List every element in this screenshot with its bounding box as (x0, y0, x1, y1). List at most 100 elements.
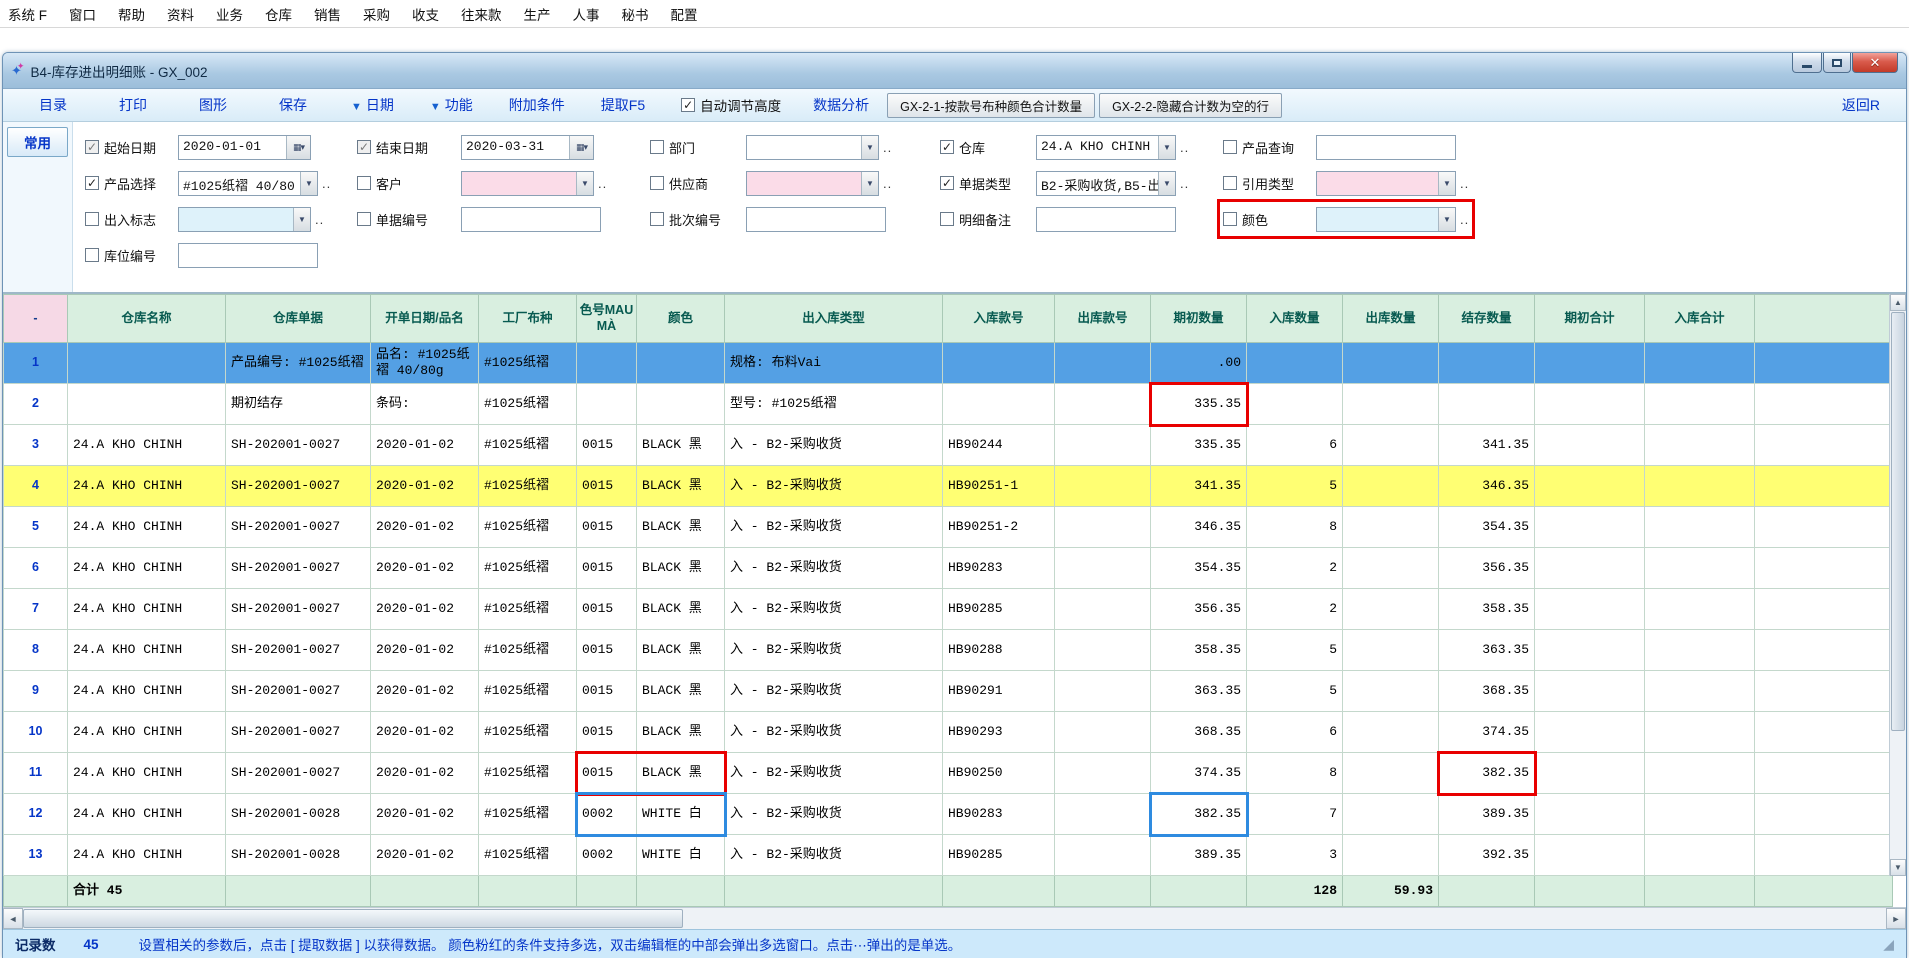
table-cell[interactable]: 8 (1247, 753, 1343, 794)
table-cell[interactable]: 341.35 (1151, 466, 1247, 507)
table-cell[interactable]: SH-202001-0027 (226, 589, 371, 630)
table-cell[interactable] (943, 343, 1055, 384)
table-cell[interactable]: 产品编号: #1025纸褶 (226, 343, 371, 384)
table-cell[interactable]: 24.A KHO CHINH (68, 671, 226, 712)
column-header[interactable]: 色号MAU MÀ (577, 295, 637, 343)
table-cell[interactable]: BLACK 黑 (637, 466, 725, 507)
table-cell[interactable]: 0015 (577, 712, 637, 753)
menu-item[interactable]: 生产 (524, 4, 551, 24)
table-cell[interactable]: 5 (1247, 466, 1343, 507)
table-cell[interactable]: 0015 (577, 507, 637, 548)
table-cell[interactable] (1755, 548, 1893, 589)
table-cell[interactable]: 354.35 (1439, 507, 1535, 548)
table-cell[interactable]: #1025纸褶 (479, 425, 577, 466)
menu-item[interactable]: 配置 (671, 4, 698, 24)
table-cell[interactable] (1755, 466, 1893, 507)
table-cell[interactable]: 3 (1247, 835, 1343, 876)
table-cell[interactable] (1645, 466, 1755, 507)
table-cell[interactable]: 2020-01-02 (371, 671, 479, 712)
table-cell[interactable] (1535, 343, 1645, 384)
column-header[interactable]: 入库合计 (1645, 295, 1755, 343)
table-cell[interactable] (1535, 671, 1645, 712)
table-cell[interactable] (1755, 630, 1893, 671)
horizontal-scrollbar[interactable]: ◄ ► (3, 907, 1906, 929)
vertical-scrollbar[interactable]: ▲ ▼ (1889, 294, 1906, 876)
table-cell[interactable]: SH-202001-0028 (226, 835, 371, 876)
table-cell[interactable]: 346.35 (1151, 507, 1247, 548)
table-cell[interactable]: 条码: (371, 384, 479, 425)
table-cell[interactable] (1535, 794, 1645, 835)
table-cell[interactable] (1535, 384, 1645, 425)
table-cell[interactable] (1055, 425, 1151, 466)
table-cell[interactable] (1535, 425, 1645, 466)
table-cell[interactable] (1535, 712, 1645, 753)
table-cell[interactable] (1645, 384, 1755, 425)
table-cell[interactable]: BLACK 黑 (637, 671, 725, 712)
doc-type-select[interactable]: B2-采购收货,B5-出▼ (1036, 171, 1176, 196)
table-cell[interactable]: 入 - B2-采购收货 (725, 466, 943, 507)
table-cell[interactable] (1645, 507, 1755, 548)
table-cell[interactable]: SH-202001-0027 (226, 425, 371, 466)
table-cell[interactable] (577, 384, 637, 425)
table-cell[interactable]: HB90291 (943, 671, 1055, 712)
table-cell[interactable] (1645, 548, 1755, 589)
table-cell[interactable] (1535, 753, 1645, 794)
table-cell[interactable]: 382.35 (1439, 753, 1535, 794)
table-cell[interactable] (1535, 630, 1645, 671)
table-cell[interactable]: #1025纸褶 (479, 466, 577, 507)
table-cell[interactable]: 2020-01-02 (371, 466, 479, 507)
table-cell[interactable] (1055, 630, 1151, 671)
table-cell[interactable]: 24.A KHO CHINH (68, 466, 226, 507)
table-cell[interactable]: HB90250 (943, 753, 1055, 794)
table-cell[interactable] (1439, 384, 1535, 425)
table-cell[interactable]: .00 (1151, 343, 1247, 384)
table-cell[interactable] (1343, 466, 1439, 507)
table-cell[interactable] (943, 384, 1055, 425)
menu-item[interactable]: 资料 (167, 4, 194, 24)
close-button[interactable]: ✕ (1852, 53, 1898, 73)
column-header[interactable]: 仓库单据 (226, 295, 371, 343)
table-cell[interactable] (1645, 794, 1755, 835)
minimize-button[interactable] (1792, 53, 1822, 73)
table-cell[interactable]: 2 (1247, 548, 1343, 589)
table-cell[interactable]: 389.35 (1151, 835, 1247, 876)
table-cell[interactable]: 0015 (577, 466, 637, 507)
table-cell[interactable] (1343, 835, 1439, 876)
table-cell[interactable]: HB90251-1 (943, 466, 1055, 507)
table-cell[interactable] (1645, 835, 1755, 876)
table-cell[interactable]: 入 - B2-采购收货 (725, 507, 943, 548)
ref-type-select[interactable]: ▼ (1316, 171, 1456, 196)
table-cell[interactable]: BLACK 黑 (637, 712, 725, 753)
inout-flag-checkbox[interactable] (85, 212, 99, 226)
table-cell[interactable]: WHITE 白 (637, 835, 725, 876)
table-cell[interactable]: 入 - B2-采购收货 (725, 589, 943, 630)
table-cell[interactable]: HB90283 (943, 548, 1055, 589)
table-cell[interactable]: BLACK 黑 (637, 548, 725, 589)
table-cell[interactable]: 5 (4, 507, 68, 548)
table-cell[interactable]: 24.A KHO CHINH (68, 507, 226, 548)
table-cell[interactable] (1055, 835, 1151, 876)
table-cell[interactable]: 0015 (577, 753, 637, 794)
date-menu-button[interactable]: ▼日期 (351, 95, 394, 115)
column-header[interactable]: 结存数量 (1439, 295, 1535, 343)
column-header[interactable]: 入库款号 (943, 295, 1055, 343)
table-cell[interactable]: #1025纸褶 (479, 671, 577, 712)
table-cell[interactable] (1755, 712, 1893, 753)
doc-no-checkbox[interactable] (357, 212, 371, 226)
table-cell[interactable]: 2020-01-02 (371, 753, 479, 794)
table-cell[interactable]: 入 - B2-采购收货 (725, 671, 943, 712)
table-cell[interactable] (1343, 712, 1439, 753)
menu-item[interactable]: 采购 (363, 4, 390, 24)
department-select[interactable]: ▼ (746, 135, 879, 160)
table-cell[interactable]: 358.35 (1151, 630, 1247, 671)
table-cell[interactable]: HB90283 (943, 794, 1055, 835)
return-button[interactable]: 返回R (1842, 95, 1880, 115)
doc-type-picker-dots[interactable]: .. (1180, 176, 1189, 191)
table-cell[interactable]: HB90251-2 (943, 507, 1055, 548)
table-cell[interactable] (1343, 671, 1439, 712)
table-cell[interactable]: 8 (1247, 507, 1343, 548)
table-cell[interactable] (1055, 589, 1151, 630)
color-checkbox[interactable] (1223, 212, 1237, 226)
table-cell[interactable]: BLACK 黑 (637, 753, 725, 794)
table-cell[interactable]: 品名: #1025纸褶 40/80g (371, 343, 479, 384)
